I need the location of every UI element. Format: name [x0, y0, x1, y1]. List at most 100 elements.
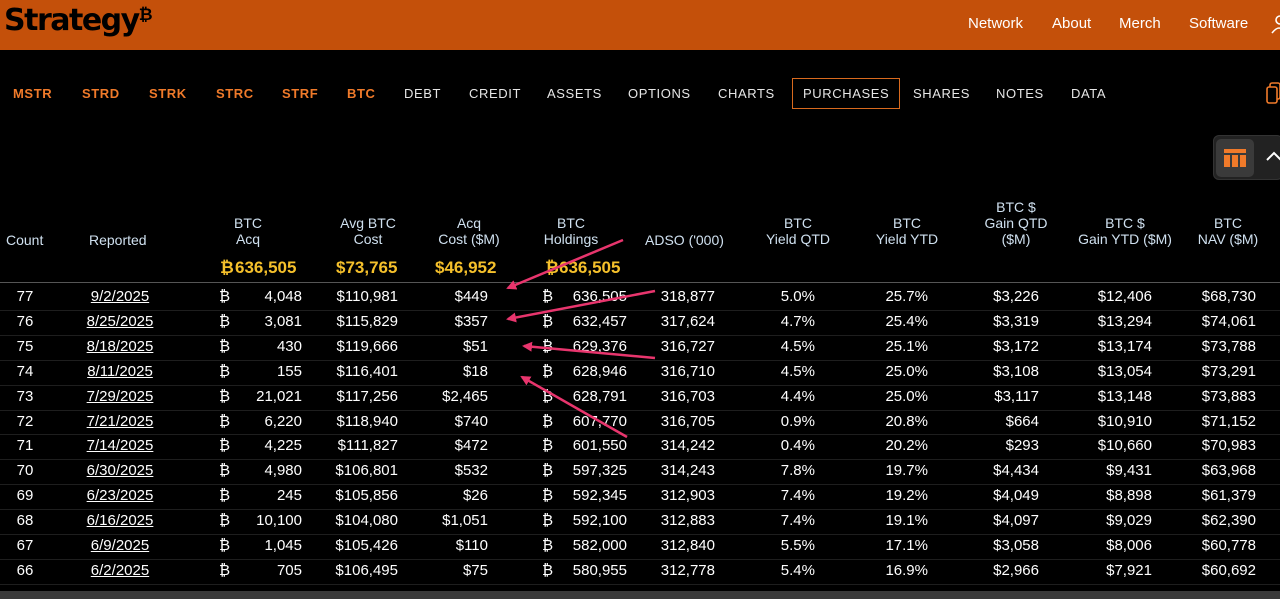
cell-adso: 316,727: [660, 337, 715, 355]
cell-acq-cost: $75: [462, 561, 488, 579]
cell-gain-qtd: $3,058: [993, 537, 1039, 554]
col-gain-qtd[interactable]: BTC $ Gain QTD ($M): [976, 199, 1056, 247]
cell-reported-date[interactable]: 6/16/2025: [70, 512, 170, 529]
strategy-logo[interactable]: Strategy₿: [4, 3, 153, 38]
tab-strf[interactable]: STRF: [282, 86, 318, 101]
cell-avg-cost: $116,401: [336, 362, 398, 380]
cell-reported-date[interactable]: 6/30/2025: [70, 462, 170, 479]
cell-nav: $68,730: [1201, 288, 1256, 305]
tab-shares[interactable]: SHARES: [913, 86, 970, 101]
col-adso[interactable]: ADSO ('000): [645, 232, 724, 248]
cell-btc-symbol: ₿: [219, 537, 231, 554]
col-yield-ytd[interactable]: BTC Yield YTD: [867, 215, 947, 247]
nav-network-link[interactable]: Network: [968, 15, 1023, 32]
col-gain-qtd-line3: ($M): [1001, 231, 1031, 247]
col-avg-cost[interactable]: Avg BTC Cost: [330, 215, 406, 247]
cell-acq-cost: $357: [454, 312, 488, 330]
cell-avg-cost: $110,981: [336, 288, 398, 305]
cell-adso: 316,710: [660, 362, 715, 380]
col-holdings[interactable]: BTC Holdings: [534, 215, 608, 247]
cell-gain-qtd: $4,097: [993, 512, 1039, 530]
cell-count: 69: [16, 487, 34, 505]
table-view-button[interactable]: [1216, 139, 1254, 177]
cell-acq-cost: $18: [462, 362, 488, 380]
cell-acq-cost: $26: [462, 487, 488, 505]
tab-options[interactable]: OPTIONS: [628, 86, 691, 101]
user-icon[interactable]: [1270, 14, 1280, 34]
cell-acq-cost: $51: [462, 337, 488, 355]
cell-holdings: 592,345: [572, 487, 627, 505]
totals-holdings: 636,505: [559, 258, 621, 277]
cell-reported-date[interactable]: 7/21/2025: [70, 413, 170, 430]
cell-gain-qtd: $664: [1005, 412, 1039, 430]
cell-gain-ytd: $13,294: [1097, 312, 1152, 330]
cell-btc-symbol: ₿: [219, 437, 231, 455]
tab-debt[interactable]: DEBT: [404, 86, 441, 101]
cell-reported-date[interactable]: 6/23/2025: [70, 487, 170, 504]
nav-about-link[interactable]: About: [1052, 15, 1091, 32]
cell-count: 73: [16, 387, 34, 405]
cell-btc-acq: 3,081: [264, 312, 302, 330]
cell-nav: $60,778: [1201, 537, 1256, 554]
tab-mstr[interactable]: MSTR: [13, 86, 52, 101]
cell-yield-ytd: 17.1%: [885, 537, 928, 554]
cell-holdings: 601,550: [572, 437, 627, 455]
cell-reported-date[interactable]: 7/14/2025: [70, 437, 170, 454]
cell-avg-cost: $104,080: [335, 512, 398, 530]
cell-acq-cost: $110: [455, 537, 488, 554]
col-count[interactable]: Count: [6, 232, 43, 248]
col-yield-ytd-line1: BTC: [893, 215, 921, 231]
row-divider: [0, 509, 1280, 511]
col-nav[interactable]: BTC NAV ($M): [1192, 215, 1264, 247]
cell-gain-ytd: $12,406: [1097, 288, 1152, 305]
totals-holdings-btc-symbol: ₿: [545, 258, 559, 277]
totals-divider: [0, 282, 1280, 283]
cell-reported-date[interactable]: 8/11/2025: [70, 363, 170, 380]
tab-purchases[interactable]: PURCHASES: [792, 78, 901, 109]
cell-reported-date[interactable]: 6/9/2025: [70, 537, 170, 554]
cell-yield-qtd: 4.5%: [780, 337, 815, 355]
cell-avg-cost: $118,940: [336, 412, 398, 430]
cell-count: 66: [16, 561, 34, 579]
cell-gain-qtd: $293: [1005, 437, 1039, 455]
totals-btc-symbol: ₿: [220, 258, 234, 277]
cell-reported-date[interactable]: 8/18/2025: [70, 338, 170, 355]
cell-gain-ytd: $13,174: [1097, 337, 1152, 355]
cell-acq-cost: $2,465: [442, 387, 488, 405]
cell-count: 68: [16, 512, 34, 530]
tab-strd[interactable]: STRD: [82, 86, 120, 101]
col-reported[interactable]: Reported: [89, 232, 147, 248]
cell-gain-ytd: $7,921: [1106, 561, 1152, 579]
tab-credit[interactable]: CREDIT: [469, 86, 521, 101]
col-gain-qtd-line2: Gain QTD: [984, 215, 1048, 231]
cell-btc-acq: 4,225: [264, 437, 302, 455]
cell-nav: $73,788: [1201, 337, 1256, 355]
tab-btc[interactable]: BTC: [347, 86, 376, 101]
row-divider: [0, 534, 1280, 535]
cell-reported-date[interactable]: 9/2/2025: [70, 288, 170, 305]
cell-btc-symbol: ₿: [219, 462, 231, 480]
cell-reported-date[interactable]: 8/25/2025: [70, 313, 170, 330]
cell-holdings: 580,955: [572, 561, 627, 579]
tab-assets[interactable]: ASSETS: [547, 86, 602, 101]
copy-icon[interactable]: [1266, 80, 1280, 106]
tab-charts[interactable]: CHARTS: [718, 86, 775, 101]
col-gain-ytd[interactable]: BTC $ Gain YTD ($M): [1072, 215, 1178, 247]
cell-reported-date[interactable]: 6/2/2025: [70, 562, 170, 579]
tab-strc[interactable]: STRC: [216, 86, 254, 101]
tab-strk[interactable]: STRK: [149, 86, 187, 101]
col-yield-qtd[interactable]: BTC Yield QTD: [758, 215, 838, 247]
cell-gain-ytd: $8,898: [1106, 487, 1152, 505]
cell-reported-date[interactable]: 7/29/2025: [70, 388, 170, 405]
tab-data[interactable]: DATA: [1071, 86, 1106, 101]
col-btc-acq[interactable]: BTC Acq: [218, 215, 278, 247]
nav-merch-link[interactable]: Merch: [1119, 15, 1161, 32]
chevron-up-icon[interactable]: [1262, 146, 1280, 166]
nav-software-link[interactable]: Software: [1189, 15, 1248, 32]
horizontal-scrollbar[interactable]: [0, 591, 1280, 599]
cell-btc-symbol: ₿: [219, 561, 231, 579]
cell-nav: $61,379: [1201, 487, 1256, 505]
col-acq-cost[interactable]: Acq Cost ($M): [429, 215, 509, 247]
tab-notes[interactable]: NOTES: [996, 86, 1044, 101]
cell-btc-acq: 6,220: [264, 412, 302, 430]
